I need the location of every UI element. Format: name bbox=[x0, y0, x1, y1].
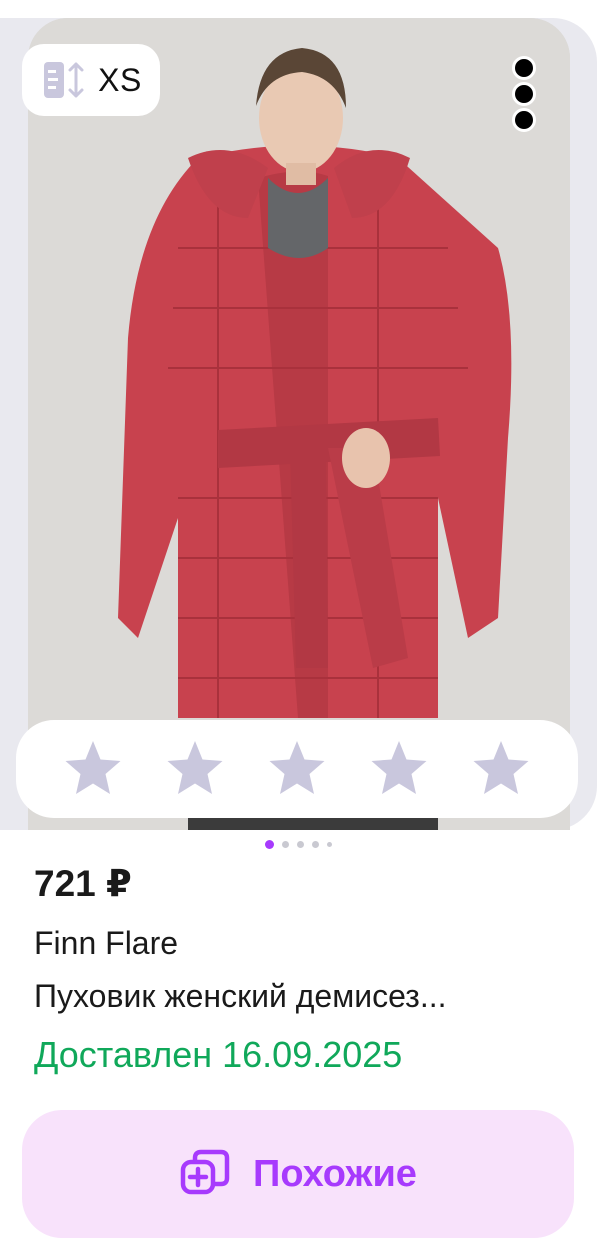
coat-illustration bbox=[28, 18, 570, 830]
gallery-dot bbox=[312, 840, 319, 848]
gallery-dots bbox=[0, 838, 597, 850]
star-icon[interactable] bbox=[266, 738, 328, 800]
similar-icon bbox=[180, 1149, 230, 1195]
similar-label: Похожие bbox=[253, 1152, 417, 1195]
size-label: XS bbox=[98, 61, 142, 98]
more-icon bbox=[512, 56, 536, 80]
star-icon[interactable] bbox=[368, 738, 430, 800]
more-options-button[interactable] bbox=[498, 56, 550, 132]
size-icon bbox=[44, 62, 84, 98]
star-icon[interactable] bbox=[164, 738, 226, 800]
product-price: 721 ₽ bbox=[34, 863, 132, 904]
product-photo[interactable] bbox=[28, 18, 570, 830]
gallery-dot bbox=[282, 840, 289, 848]
product-title: Пуховик женский демисез... bbox=[34, 978, 447, 1014]
rating-stars[interactable] bbox=[16, 720, 578, 818]
gallery-dot bbox=[297, 840, 304, 848]
size-badge[interactable]: XS bbox=[22, 44, 160, 116]
similar-button[interactable]: Похожие bbox=[22, 1110, 574, 1238]
gallery-dot bbox=[265, 839, 274, 849]
product-brand: Finn Flare bbox=[34, 925, 179, 961]
gallery-dot bbox=[327, 841, 332, 847]
delivery-status: Доставлен 16.09.2025 bbox=[34, 1034, 403, 1075]
star-icon[interactable] bbox=[62, 738, 124, 800]
star-icon[interactable] bbox=[470, 738, 532, 800]
